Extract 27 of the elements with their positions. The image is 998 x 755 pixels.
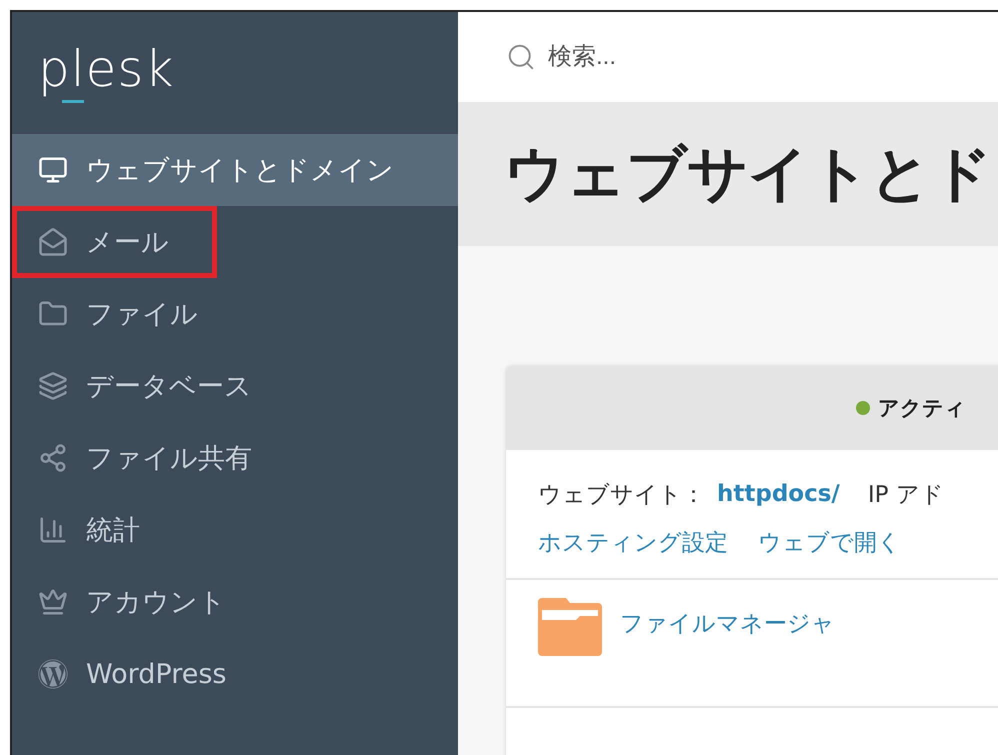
sidebar-item[interactable]: 統計 [12, 494, 458, 566]
status-label: アクティ [878, 395, 966, 422]
folder-icon [538, 598, 602, 656]
website-link[interactable]: httpdocs/ [717, 481, 840, 507]
ip-label: IP アド [868, 480, 944, 510]
search-field[interactable]: 検索... [546, 42, 850, 72]
sidebar-item[interactable]: ファイル共有 [12, 422, 458, 494]
page-title: ウェブサイトとド [504, 138, 992, 210]
wordpress-icon [38, 659, 68, 689]
envelope-icon [38, 227, 68, 257]
monitor-icon [38, 155, 68, 185]
share-icon [38, 443, 68, 473]
search-icon [506, 42, 536, 72]
card-link[interactable]: ウェブで開く [758, 526, 901, 558]
sidebar-item[interactable]: データベース [12, 350, 458, 422]
sidebar-item[interactable]: メール [12, 206, 217, 278]
crown-icon [38, 587, 68, 617]
sidebar-item[interactable]: ウェブサイトとドメイン [12, 134, 458, 206]
card-link[interactable]: ホスティング設定 [538, 526, 728, 558]
plesk-logo: plesk [38, 44, 174, 100]
website-label: ウェブサイト： [538, 480, 705, 510]
file-manager-link[interactable]: ファイルマネージャ [620, 608, 835, 639]
sidebar-item[interactable]: WordPress [12, 638, 458, 710]
sidebar-item[interactable]: ファイル [12, 278, 458, 350]
layers-icon [38, 371, 68, 401]
sidebar-item[interactable]: アカウント [12, 566, 458, 638]
bar-chart-icon [38, 515, 68, 545]
